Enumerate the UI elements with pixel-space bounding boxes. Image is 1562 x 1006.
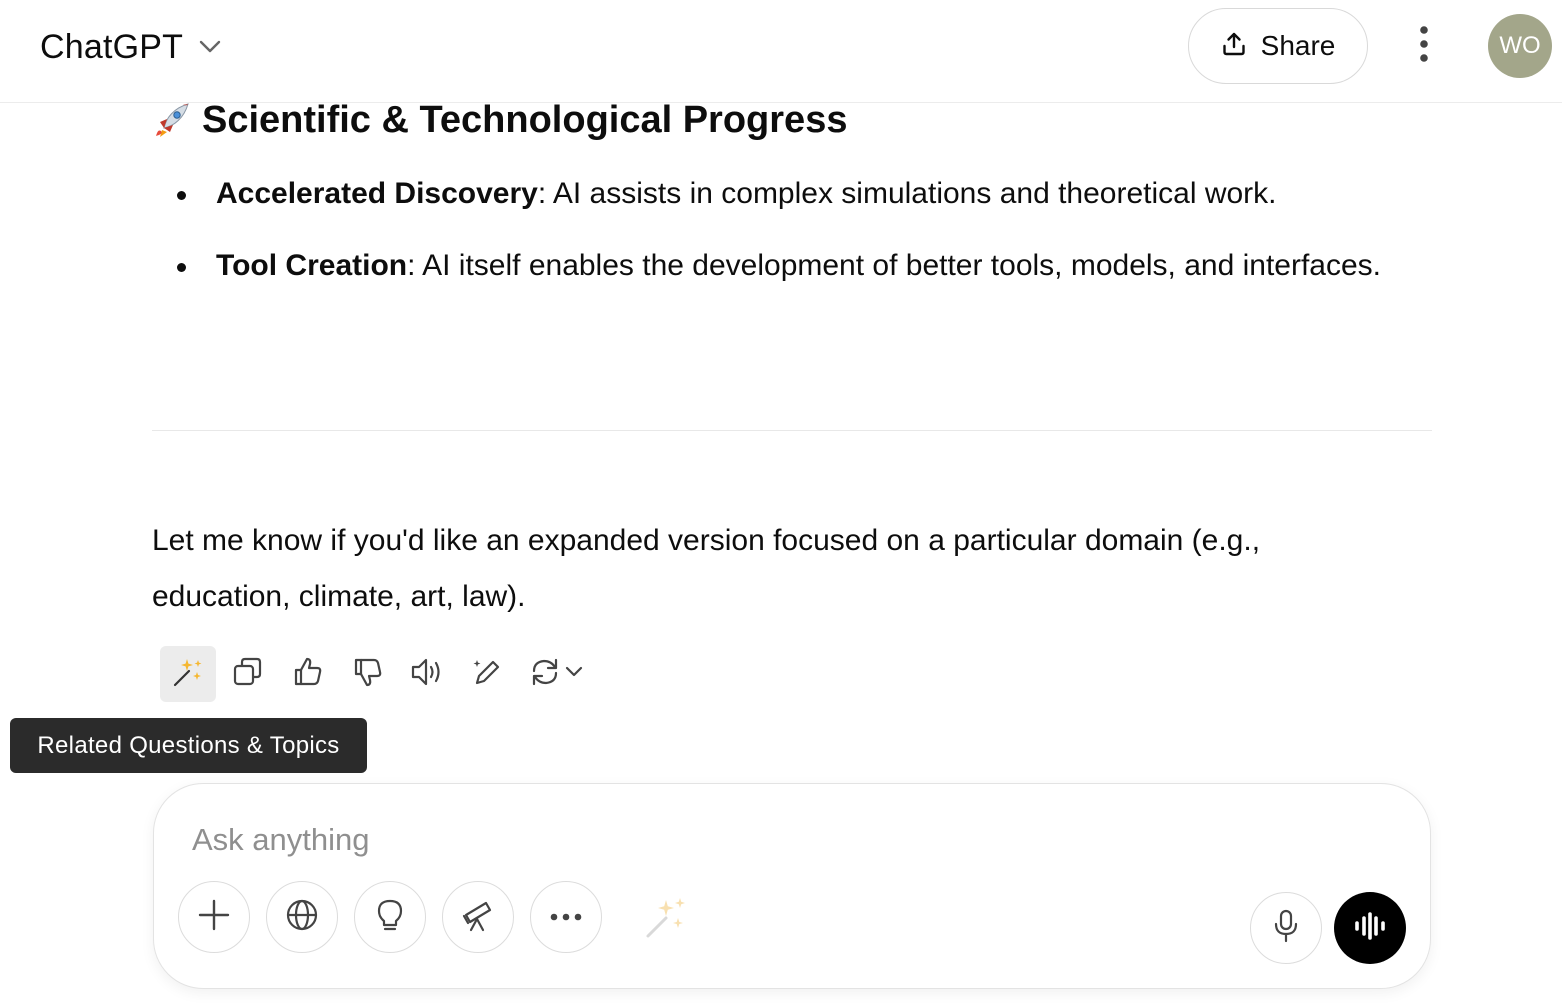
message-actions: [160, 646, 596, 702]
search-web-button[interactable]: [266, 881, 338, 953]
chevron-down-icon: [197, 34, 223, 60]
rocket-icon: [152, 100, 192, 140]
attach-button[interactable]: [178, 881, 250, 953]
read-aloud-icon: [410, 656, 446, 693]
sparkle-tool-button[interactable]: [642, 894, 690, 942]
plus-icon: [197, 898, 231, 937]
avatar-initials: WO: [1499, 32, 1541, 59]
related-questions-icon: [171, 655, 205, 694]
telescope-icon: [460, 897, 496, 938]
related-questions-button[interactable]: [160, 646, 216, 702]
top-header: ChatGPT Share WO: [0, 0, 1562, 103]
prompt-input[interactable]: [192, 816, 1192, 864]
composer: [153, 783, 1431, 989]
more-tools-button[interactable]: [530, 881, 602, 953]
read-aloud-button[interactable]: [400, 646, 456, 702]
share-button[interactable]: Share: [1188, 8, 1368, 84]
model-switcher[interactable]: ChatGPT: [40, 22, 223, 72]
edit-button[interactable]: [460, 646, 516, 702]
edit-icon: [471, 655, 505, 694]
thumbs-up-icon: [292, 656, 324, 693]
section-heading-text: Scientific & Technological Progress: [202, 98, 848, 141]
bullet-list: Accelerated Discovery: AI assists in com…: [152, 166, 1432, 310]
lightbulb-icon: [373, 897, 407, 938]
share-icon: [1221, 31, 1247, 62]
globe-icon: [285, 898, 319, 937]
bullet-title: Accelerated Discovery: [216, 177, 538, 210]
copy-icon: [232, 656, 264, 693]
copy-button[interactable]: [220, 646, 276, 702]
voice-mode-button[interactable]: [1334, 892, 1406, 964]
more-dots-icon: [550, 908, 582, 926]
bullet-text: : AI itself enables the development of b…: [407, 249, 1382, 282]
reason-button[interactable]: [354, 881, 426, 953]
divider: [152, 430, 1432, 431]
thumbs-down-button[interactable]: [340, 646, 396, 702]
section-heading: Scientific & Technological Progress: [152, 96, 847, 144]
avatar[interactable]: WO: [1488, 14, 1552, 78]
list-item: Tool Creation: AI itself enables the dev…: [152, 238, 1432, 294]
voice-waveform-icon: [1353, 911, 1387, 945]
microphone-icon: [1271, 909, 1301, 948]
share-label: Share: [1260, 30, 1336, 61]
closing-paragraph: Let me know if you'd like an expanded ve…: [152, 524, 1261, 613]
chevron-down-icon: [565, 665, 583, 683]
model-name: ChatGPT: [40, 27, 184, 66]
list-item: Accelerated Discovery: AI assists in com…: [152, 166, 1432, 222]
regenerate-button[interactable]: [520, 646, 592, 702]
sparkle-icon: [642, 898, 690, 946]
deep-research-button[interactable]: [442, 881, 514, 953]
regenerate-icon: [529, 656, 561, 693]
vertical-dots-icon: [1419, 25, 1429, 67]
bullet-title: Tool Creation: [216, 249, 408, 282]
tooltip: Related Questions & Topics: [10, 718, 367, 773]
dictate-button[interactable]: [1250, 892, 1322, 964]
thumbs-down-icon: [352, 656, 384, 693]
bullet-text: : AI assists in complex simulations and …: [537, 177, 1277, 210]
thumbs-up-button[interactable]: [280, 646, 336, 702]
more-options-button[interactable]: [1400, 20, 1448, 72]
